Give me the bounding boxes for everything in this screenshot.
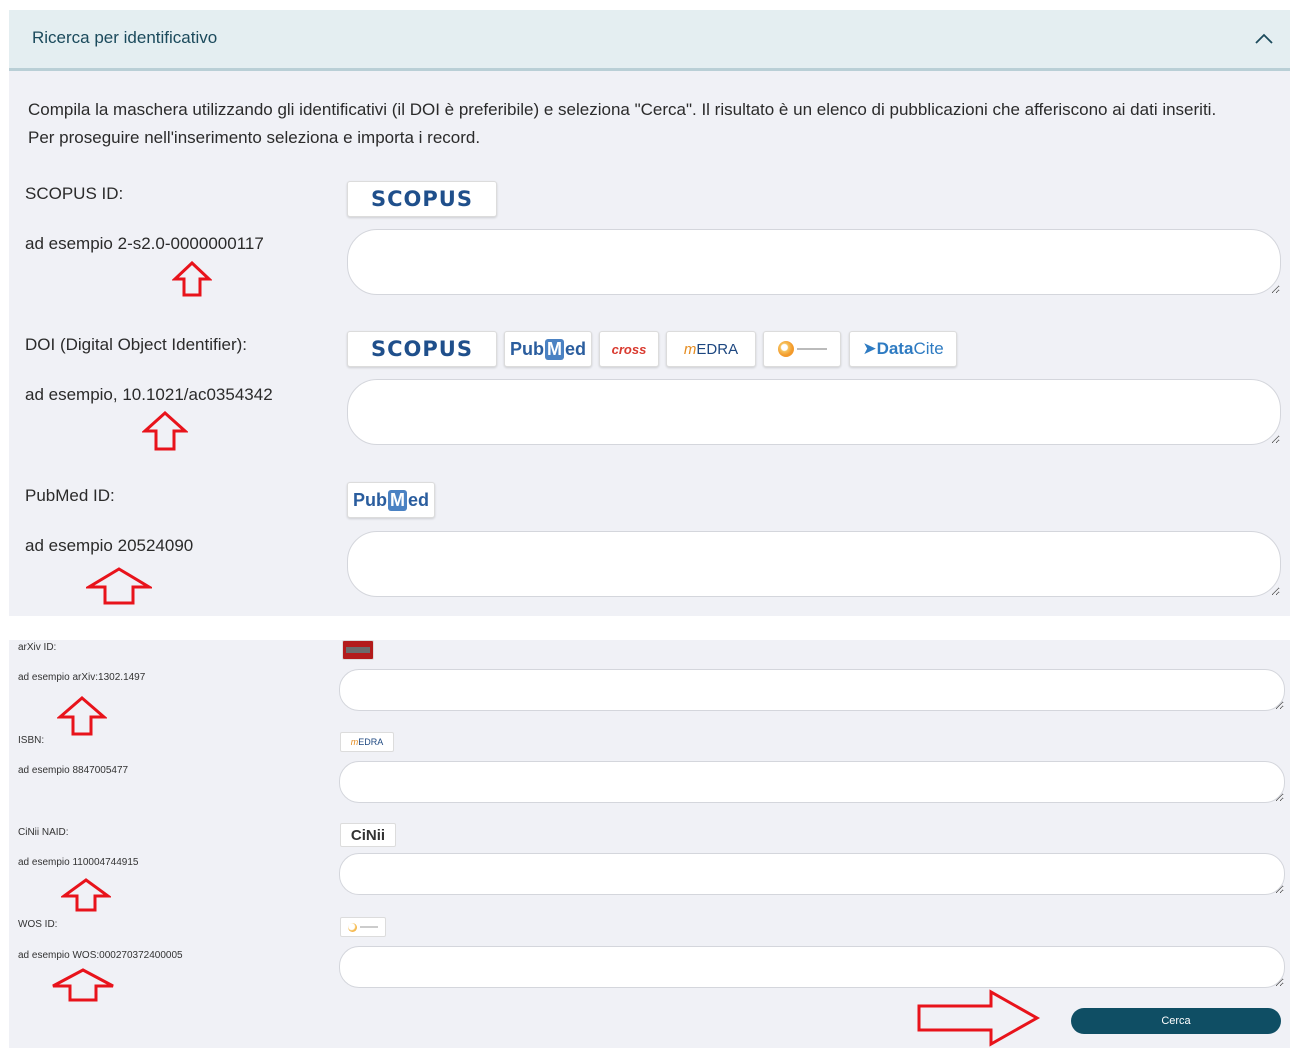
- pubmed-id-example: ad esempio 20524090: [25, 536, 194, 555]
- annotation-arrow-up-icon: [142, 411, 188, 451]
- arxiv-logo: [342, 640, 374, 660]
- datacite-logo: ➤DataCite: [849, 331, 957, 367]
- annotation-arrow-up-icon: [52, 968, 114, 1002]
- annotation-arrow-up-icon: [172, 261, 212, 297]
- medra-logo: mEDRA: [666, 331, 756, 367]
- isbn-label: ISBN:: [18, 735, 45, 746]
- isbn-example: ad esempio 8847005477: [18, 765, 129, 776]
- pubmed-logo: Pub Med: [504, 331, 592, 367]
- arxiv-id-input[interactable]: [339, 669, 1285, 711]
- arxiv-id-label: arXiv ID:: [18, 642, 57, 653]
- crossref-logo: cross: [599, 331, 659, 367]
- annotation-arrow-up-icon: [86, 567, 152, 605]
- identifier-search-panel: Ricerca per identificativo Compila la ma…: [9, 10, 1290, 616]
- annotation-arrow-up-icon: [57, 696, 107, 736]
- annotation-arrow-up-icon: [61, 878, 111, 912]
- wos-id-input[interactable]: [339, 946, 1285, 988]
- annotation-arrow-right-icon: [917, 989, 1041, 1047]
- doi-label: DOI (Digital Object Identifier):: [25, 335, 248, 354]
- doi-input[interactable]: [347, 379, 1281, 445]
- identifier-search-panel-extended: arXiv ID: ad esempio arXiv:1302.1497 ISB…: [9, 640, 1290, 1048]
- scopus-logo: SCOPUS: [347, 181, 497, 217]
- cinii-naid-example: ad esempio 110004744915: [18, 857, 139, 868]
- wos-id-example: ad esempio WOS:000270372400005: [18, 950, 183, 961]
- doi-example: ad esempio, 10.1021/ac0354342: [25, 385, 273, 404]
- medra-logo: mEDRA: [340, 732, 394, 752]
- chevron-up-icon[interactable]: [1252, 27, 1276, 51]
- webofscience-logo: [340, 917, 386, 937]
- intro-text: Compila la maschera utilizzando gli iden…: [28, 96, 1283, 152]
- scopus-logo: SCOPUS: [347, 331, 497, 367]
- panel-header[interactable]: Ricerca per identificativo: [9, 10, 1290, 71]
- isbn-input[interactable]: [339, 761, 1285, 803]
- pubmed-id-label: PubMed ID:: [25, 486, 115, 505]
- cinii-logo: CiNii: [340, 823, 396, 847]
- panel-title: Ricerca per identificativo: [32, 28, 218, 47]
- arxiv-id-example: ad esempio arXiv:1302.1497: [18, 672, 146, 683]
- scopus-id-example: ad esempio 2-s2.0-0000000117: [25, 234, 264, 253]
- pubmed-logo: Pub Med: [347, 482, 435, 518]
- webofscience-logo: [763, 331, 841, 367]
- pubmed-id-input[interactable]: [347, 531, 1281, 597]
- scopus-id-label: SCOPUS ID:: [25, 184, 124, 203]
- cinii-naid-input[interactable]: [339, 853, 1285, 895]
- scopus-id-input[interactable]: [347, 229, 1281, 295]
- search-button[interactable]: Cerca: [1071, 1008, 1281, 1034]
- intro-line-1: Compila la maschera utilizzando gli iden…: [28, 100, 1217, 119]
- intro-line-2: Per proseguire nell'inserimento selezion…: [28, 128, 481, 147]
- cinii-naid-label: CiNii NAID:: [18, 827, 69, 838]
- wos-id-label: WOS ID:: [18, 919, 58, 930]
